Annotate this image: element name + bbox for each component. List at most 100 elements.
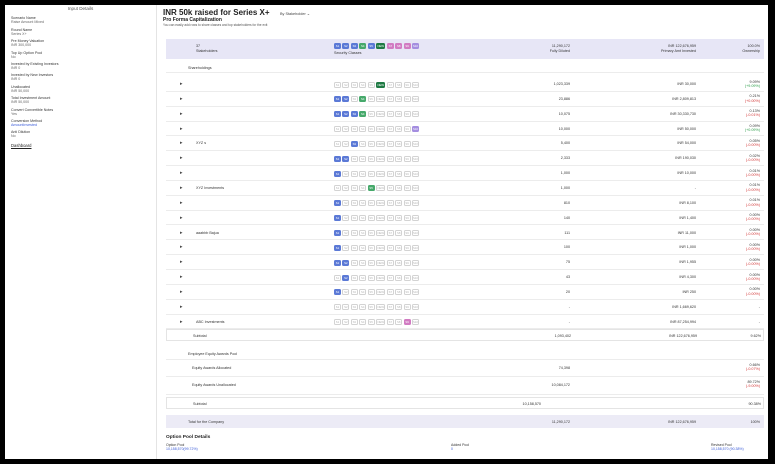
dashboard-link[interactable]: Dashboard (5, 143, 156, 148)
expand-chevron-icon[interactable]: ▸ (180, 185, 183, 191)
security-chip: S7 (386, 230, 394, 236)
security-chip: S9 (403, 81, 411, 88)
security-chip: S1 (334, 140, 341, 147)
security-chip: S3 (350, 200, 358, 207)
table-row[interactable]: ▸ S1 S2 S3 S4 S5 NEW S7 S8 S9 S10 810 INR 8,100 0.01%… (166, 196, 764, 211)
table-row[interactable]: ▸ ABC Investments S1 S2 S3 S4 S5 NEW S7 S8 S9 S10 - I… (166, 315, 764, 330)
expand-chevron-icon[interactable]: ▸ (180, 230, 183, 236)
security-class-chip[interactable]: NEW (375, 43, 386, 49)
table-row[interactable]: ▸ S1 S2 S3 S4 S5 NEW S7 S8 S9 S10 43 INR 4,300 0.00%(… (166, 270, 764, 285)
security-class-chip[interactable]: S10 (412, 43, 420, 49)
expand-chevron-icon[interactable]: ▸ (180, 81, 183, 87)
sidebar-field-value: INR 50,000 (11, 88, 30, 93)
pool-allocated-fd: 74,398 (558, 366, 570, 370)
security-chip: NEW (375, 185, 386, 192)
sidebar-field: Conversion Method AmountInvested (5, 119, 156, 127)
expand-chevron-icon[interactable]: ▸ (180, 274, 183, 280)
security-class-chip[interactable]: S7 (386, 43, 394, 49)
added-pool-col: Added Pool 0 (451, 443, 469, 451)
row-ownership-change: (+9.09%) (744, 83, 760, 88)
expand-chevron-icon[interactable]: ▸ (180, 200, 183, 206)
table-row[interactable]: ▸ S1 S2 S3 S4 S5 NEW S7 S8 S9 S10 23,886 INR 2,809,8… (166, 92, 764, 107)
table-row[interactable]: ▸ S1 S2 S3 S4 S5 NEW S7 S8 S9 S10 20 INR 250 0.00% (-0… (166, 285, 764, 300)
table-row[interactable]: ▸ XYZ Investments S1 S2 S3 S4 S5 NEW S7 S8 S9 S10 1,… (166, 181, 764, 196)
security-chip: NEW (375, 111, 386, 118)
security-chip: S4 (359, 81, 367, 88)
security-class-chip[interactable]: S4 (359, 43, 367, 49)
table-row[interactable]: ▸ S1 S2 S3 S4 S5 NEW S7 S8 S9 S10 - INR 1,669,620 - (166, 300, 764, 315)
stakeholder-name: ABC Investments (196, 319, 225, 324)
row-ownership: 9.09% (+9.09%) (722, 80, 760, 89)
expand-chevron-icon[interactable]: ▸ (180, 319, 183, 325)
row-amount-invested: INR 30,000 (677, 82, 696, 86)
row-security-chips: S1 S2 S3 S4 S5 NEW S7 S8 S9 S10 (334, 155, 420, 162)
sidebar-field-value: INR 50,000 (11, 100, 30, 105)
security-class-chip[interactable]: S5 (367, 43, 375, 49)
expand-chevron-icon[interactable]: ▸ (180, 289, 183, 295)
security-chip: S10 (412, 111, 420, 118)
security-chip: NEW (375, 319, 386, 326)
security-chip: NEW (375, 155, 386, 162)
expand-chevron-icon[interactable]: ▸ (180, 259, 183, 265)
fd-total: 11,290,172 (551, 44, 570, 48)
security-chip: S5 (367, 200, 375, 207)
expand-chevron-icon[interactable]: ▸ (180, 126, 183, 132)
table-row[interactable]: ▸ S1 S2 S3 S4 S5 NEW S7 S8 S9 S10 1,000 INR 10,000 0.… (166, 166, 764, 181)
table-row[interactable]: ▸ aaabbb Bajua S1 S2 S3 S4 S5 NEW S7 S8 S9 S10 111 IN… (166, 226, 764, 241)
security-chip: S1 (334, 274, 341, 281)
row-fully-diluted: 1,000 (560, 171, 570, 176)
security-chip: S1 (334, 96, 341, 103)
security-chip: S2 (342, 200, 350, 207)
security-chip: S9 (403, 215, 411, 222)
table-row[interactable]: ▸ S1 S2 S3 S4 S5 NEW S7 S8 S9 S10 140 INR 1,400 0.00%… (166, 211, 764, 226)
security-chip: S5 (367, 185, 375, 192)
row-ownership-change: (-0.00%) (745, 187, 760, 192)
security-chip: S10 (412, 304, 420, 311)
expand-chevron-icon[interactable]: ▸ (180, 170, 183, 176)
table-row[interactable]: ▸ S1 S2 S3 S4 S5 NEW S7 S8 S9 S10 100 INR 1,000 0.00%… (166, 240, 764, 256)
main-content: INR 50k raised for Series X+ By Stakehol… (157, 5, 768, 459)
app-window: Input Details Scenario Name Raise Amount … (5, 5, 768, 459)
table-row[interactable]: ▸ S1 S2 S3 S4 S5 NEW S7 S8 S9 S10 1,023,339 INR 30,0… (166, 77, 764, 92)
row-amount-invested: - (694, 185, 696, 190)
row-ownership: 0.05% (-0.00%) (722, 139, 760, 148)
security-chip: S1 (334, 170, 341, 177)
security-chip: S10 (412, 96, 420, 103)
security-chip: S1 (334, 200, 341, 207)
table-row[interactable]: ▸ S1 S2 S3 S4 S5 NEW S7 S8 S9 S10 2,333 INR 190,030 0… (166, 151, 764, 167)
security-chip: S7 (386, 274, 394, 281)
table-row[interactable]: ▸ XYZ s S1 S2 S3 S4 S5 NEW S7 S8 S9 S10 5,400 INR 54,… (166, 136, 764, 152)
security-chip: S2 (342, 215, 350, 222)
security-class-chip[interactable]: S1 (334, 43, 341, 49)
expand-chevron-icon[interactable]: ▸ (180, 111, 183, 117)
security-class-chip[interactable]: S9 (403, 43, 411, 49)
security-class-chip[interactable]: S3 (350, 43, 358, 49)
expand-chevron-icon[interactable]: ▸ (180, 304, 183, 310)
row-ownership-change: (-0.00%) (745, 247, 760, 252)
security-chip: S4 (359, 140, 367, 147)
security-chip: S1 (334, 155, 341, 162)
row-ownership-change: (-0.00%) (745, 202, 760, 207)
option-pool-col: Option Pool 10,158,570(99.72%) (166, 443, 198, 451)
security-chip: S3 (350, 304, 358, 311)
security-chip: NEW (375, 215, 386, 222)
table-row[interactable]: ▸ S1 S2 S3 S4 S5 NEW S7 S8 S9 S10 10,075 INR 30,330,… (166, 107, 764, 122)
security-chip: S5 (367, 230, 375, 236)
security-class-chip[interactable]: S8 (395, 43, 403, 49)
security-chip: S1 (334, 230, 341, 236)
view-selector[interactable]: By Stakeholder (280, 12, 310, 16)
row-fully-diluted: 1,023,339 (553, 82, 570, 86)
security-chip: S5 (367, 259, 375, 266)
expand-chevron-icon[interactable]: ▸ (180, 244, 183, 250)
table-row[interactable]: ▸ S1 S2 S3 S4 S5 NEW S7 S8 S9 S10 10,000 INR 50,000 0… (166, 122, 764, 137)
expand-chevron-icon[interactable]: ▸ (180, 96, 183, 102)
expand-chevron-icon[interactable]: ▸ (180, 155, 183, 161)
row-security-chips: S1 S2 S3 S4 S5 NEW S7 S8 S9 S10 (334, 126, 420, 133)
security-class-chip[interactable]: S2 (342, 43, 350, 49)
pool-unallocated-fd: 10,084,172 (551, 383, 570, 387)
sidebar-field-value[interactable]: AmountInvested (11, 123, 156, 127)
expand-chevron-icon[interactable]: ▸ (180, 215, 183, 221)
stakeholder-count: 37 (196, 44, 201, 48)
expand-chevron-icon[interactable]: ▸ (180, 140, 183, 146)
table-row[interactable]: ▸ S1 S2 S3 S4 S5 NEW S7 S8 S9 S10 75 INR 1,955 0.00%(… (166, 255, 764, 271)
